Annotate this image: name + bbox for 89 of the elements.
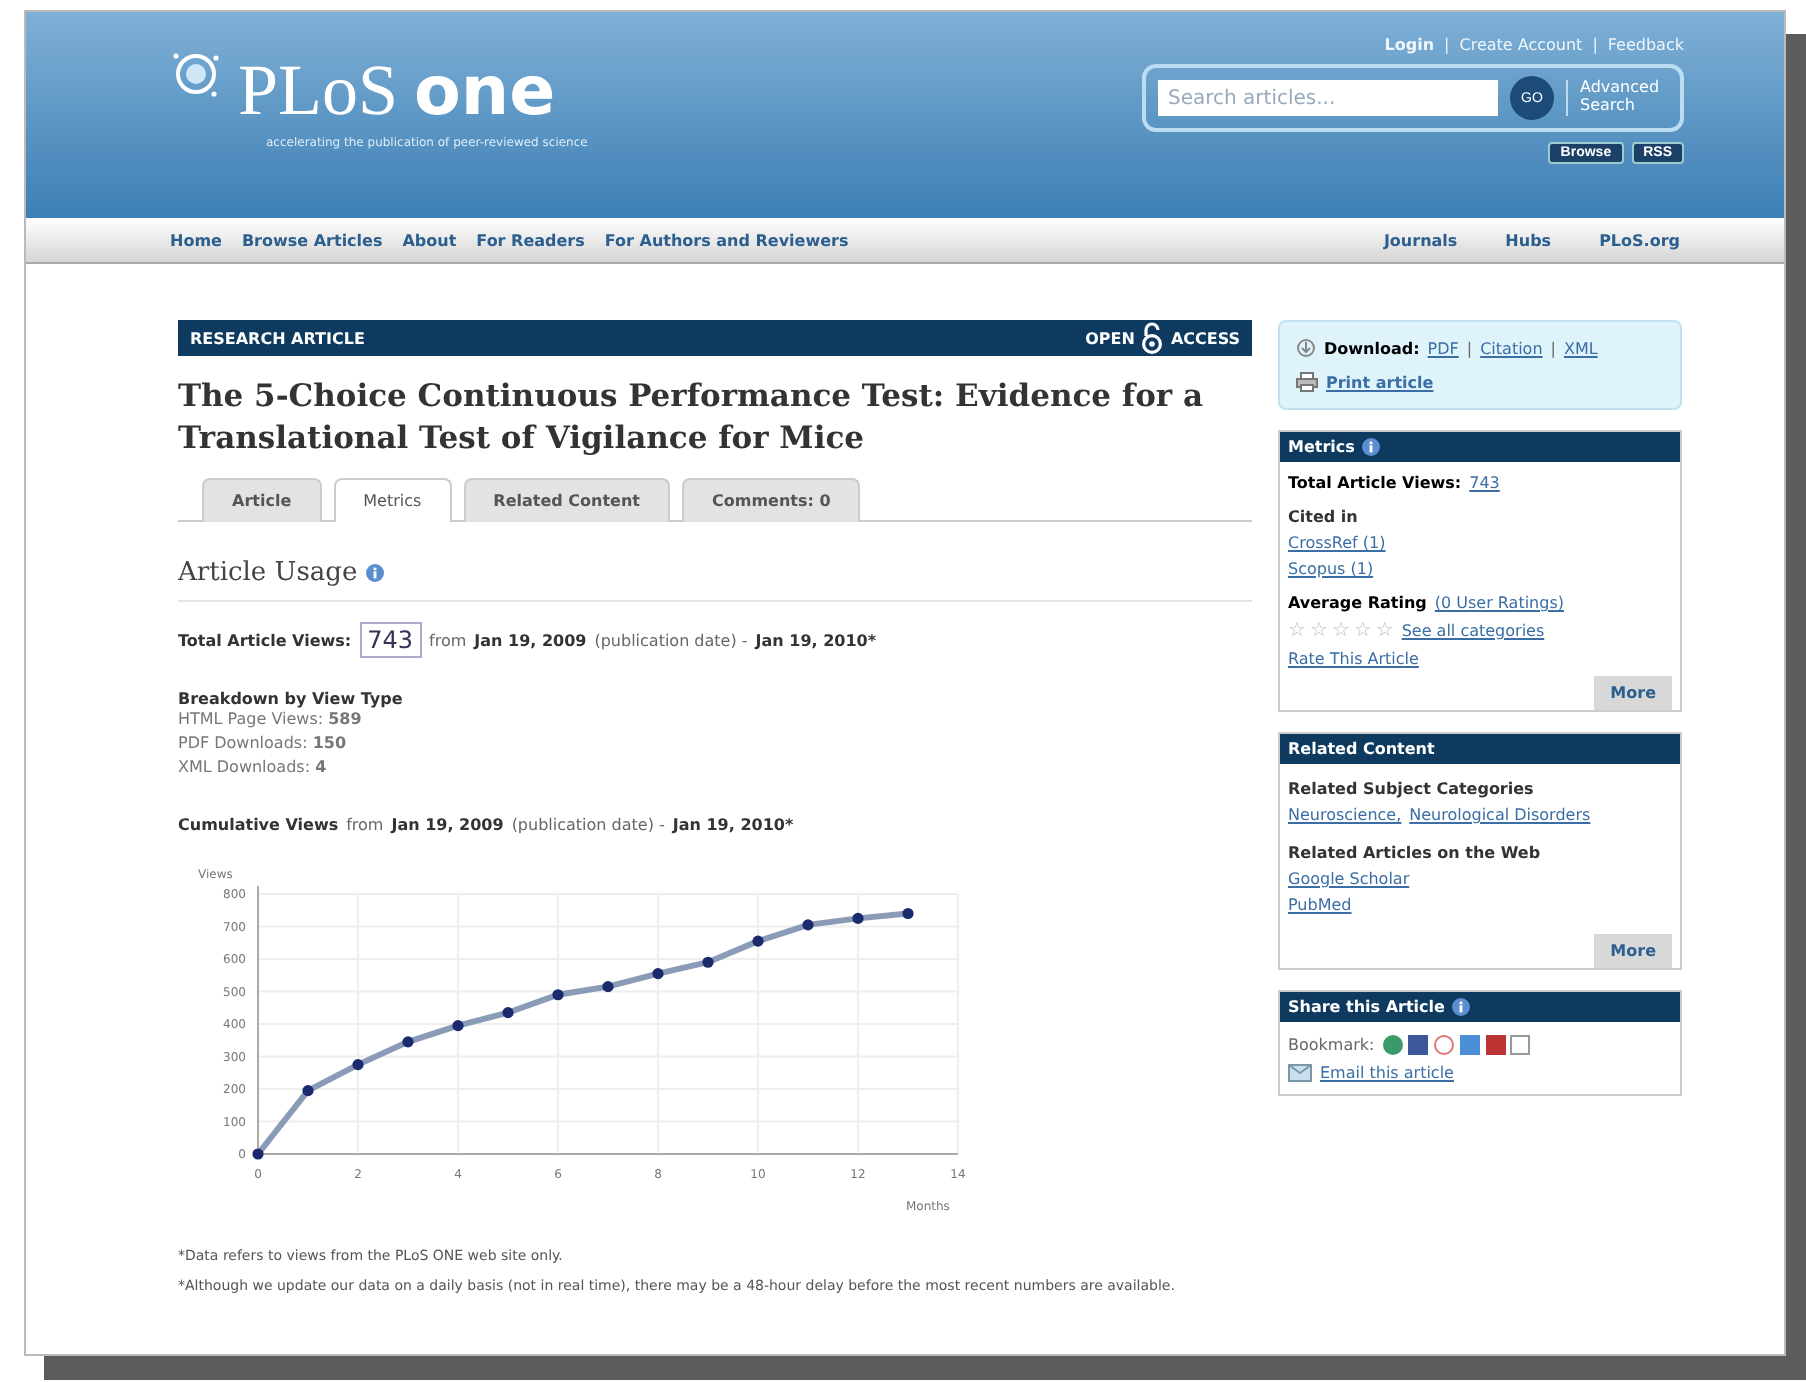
breakdown-title: Breakdown by View Type — [178, 690, 403, 708]
nav-link[interactable]: Home — [170, 231, 222, 249]
more-button[interactable]: More — [1594, 676, 1672, 710]
download-link[interactable]: Citation — [1480, 340, 1543, 358]
download-link[interactable]: XML — [1563, 340, 1598, 358]
section-heading: Article Usage — [178, 558, 358, 588]
range-text: from — [346, 816, 384, 834]
email-link[interactable]: Email this article — [1320, 1064, 1454, 1082]
bookmark-label: Bookmark: — [1288, 1036, 1375, 1054]
cited-label: Cited in — [1288, 508, 1360, 526]
email-icon — [1288, 1064, 1312, 1082]
range-text: (publication date) - — [511, 816, 665, 834]
data-point — [602, 981, 614, 993]
logo-text: PLoS — [238, 48, 399, 132]
panel-title: Share this Article — [1288, 998, 1445, 1016]
rate-link[interactable]: Rate This Article — [1288, 650, 1419, 668]
web-link[interactable]: Google Scholar — [1288, 870, 1410, 888]
ratings-link[interactable]: (0 User Ratings) — [1434, 594, 1564, 612]
web-link[interactable]: PubMed — [1288, 896, 1352, 914]
total-views-label: Total Article Views: — [178, 631, 352, 649]
tab[interactable]: Related Content — [463, 478, 670, 522]
data-point — [702, 956, 714, 968]
cited-by-link[interactable]: CrossRef (1) — [1288, 534, 1386, 552]
article-type: RESEARCH ARTICLE — [190, 329, 365, 347]
download-link[interactable]: PDF — [1427, 340, 1459, 358]
panel-title: Metrics — [1288, 438, 1355, 456]
subject-link[interactable]: Neuroscience, — [1288, 806, 1402, 824]
views-link[interactable]: 743 — [1469, 474, 1500, 492]
printer-icon — [1296, 372, 1318, 392]
breakdown-item: XML Downloads: 4 — [178, 756, 329, 780]
download-label: Download: — [1324, 340, 1420, 358]
data-point — [402, 1036, 414, 1048]
total-views-count: 743 — [359, 622, 422, 658]
print-link[interactable]: Print article — [1326, 373, 1434, 391]
subjects-label: Related Subject Categories — [1288, 780, 1536, 798]
nav-link[interactable]: Browse Articles — [241, 231, 383, 249]
data-point — [652, 968, 664, 980]
open-lock-icon — [1140, 322, 1165, 354]
logo-text: one — [414, 52, 556, 132]
range-text: from — [429, 631, 467, 649]
nav-link[interactable]: About — [402, 231, 457, 249]
data-point — [502, 1007, 514, 1019]
start-date: Jan 19, 2009 — [391, 816, 504, 834]
info-icon[interactable] — [1452, 998, 1471, 1016]
separator: | — [1550, 340, 1556, 358]
panel-title: Related Content — [1288, 740, 1435, 758]
data-point — [852, 912, 864, 924]
more-button[interactable]: More — [1594, 934, 1672, 968]
cumulative-title: Cumulative Views — [178, 816, 339, 834]
cited-by-link[interactable]: Scopus (1) — [1288, 560, 1374, 578]
breakdown-item: PDF Downloads: 150 — [178, 732, 349, 756]
data-point — [352, 1059, 364, 1071]
data-point — [452, 1020, 464, 1032]
nav-link[interactable]: For Readers — [476, 231, 585, 249]
total-views-label: Total Article Views: — [1288, 474, 1462, 492]
separator: | — [1592, 36, 1598, 54]
separator: | — [1466, 340, 1473, 358]
data-point — [902, 907, 914, 920]
bookmark-icons-drawing[interactable] — [1382, 1034, 1531, 1056]
subject-link[interactable]: Neurological Disorders — [1409, 806, 1591, 824]
nav-link[interactable]: Hubs — [1505, 231, 1552, 249]
download-icon — [1296, 338, 1316, 360]
article-title: The 5-Choice Continuous Performance Test: Evidence for a Translational Test of Vigilance for Mice — [178, 374, 1206, 458]
advanced-search-link[interactable]: Advanced Search — [1566, 80, 1668, 116]
tab[interactable]: Comments: 0 — [682, 478, 861, 522]
web-label: Related Articles on the Web — [1288, 844, 1543, 862]
data-point — [252, 1148, 264, 1160]
open-label: OPEN — [1085, 329, 1135, 347]
logo-emblem-icon — [170, 48, 222, 100]
tab[interactable]: Article — [202, 478, 322, 522]
nav-link[interactable]: PLoS.org — [1599, 231, 1680, 249]
data-point — [552, 989, 564, 1001]
access-label: ACCESS — [1170, 329, 1240, 347]
start-date: Jan 19, 2009 — [474, 631, 587, 649]
info-icon[interactable] — [1362, 438, 1381, 456]
breakdown-item: HTML Page Views: 589 — [178, 708, 364, 732]
range-text: (publication date) - — [594, 631, 748, 649]
end-date: Jan 19, 2010* — [672, 816, 794, 834]
tab[interactable]: Metrics — [333, 478, 452, 522]
data-point — [802, 919, 814, 931]
separator: | — [1444, 36, 1450, 54]
nav-link[interactable]: For Authors and Reviewers — [604, 231, 849, 249]
data-point — [302, 1085, 314, 1097]
end-date: Jan 19, 2010* — [755, 631, 877, 649]
nav-link[interactable]: Journals — [1383, 231, 1458, 249]
data-point — [752, 935, 764, 947]
rating-label: Average Rating — [1288, 594, 1427, 612]
search-field[interactable]: Search articles... — [1158, 80, 1498, 116]
categories-link[interactable]: See all categories — [1401, 622, 1545, 640]
